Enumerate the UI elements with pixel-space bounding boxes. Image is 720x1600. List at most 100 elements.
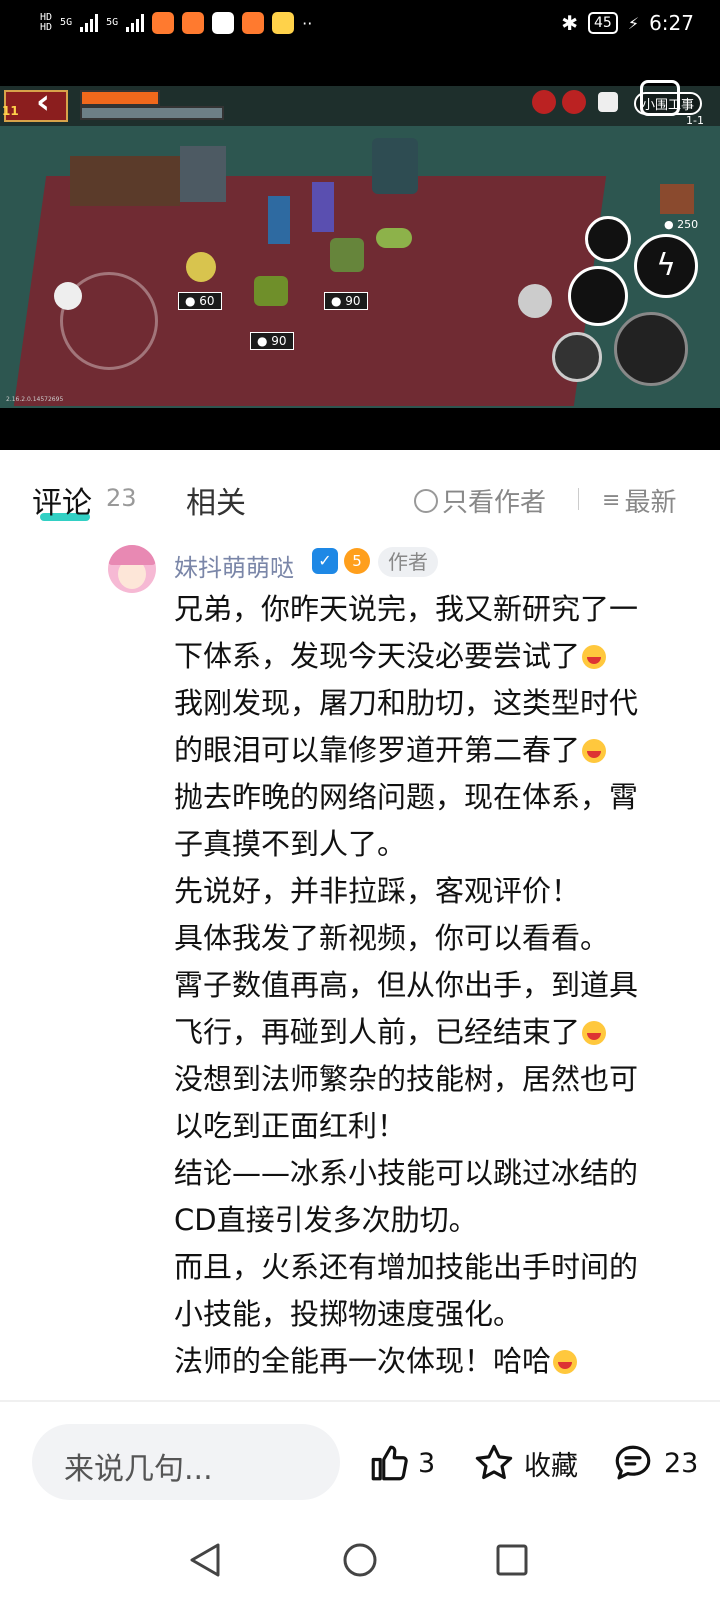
radio-circle-icon (414, 488, 438, 513)
comment-text: 兄弟，你昨天说完，我又新研究了一 下体系，发现今天没必要尝试了 我刚发现，屠刀和… (174, 586, 694, 1385)
game-wizard-npc (312, 182, 334, 232)
attack-button-icon (614, 312, 688, 386)
shop-item-plant-icon (330, 238, 364, 272)
grin-emoji-icon (582, 739, 607, 763)
skill-button-icon (585, 216, 631, 262)
like-button[interactable]: 3 (368, 1442, 435, 1484)
star-icon (475, 1444, 513, 1480)
comment-line: 小技能，投掷物速度强化。 (174, 1297, 523, 1331)
system-navigation-bar (0, 1520, 720, 1600)
comment-line: 飞行，再碰到人前，已经结束了 (174, 1009, 694, 1056)
divider (578, 488, 579, 510)
game-safe (180, 146, 226, 202)
game-player-character (268, 196, 290, 244)
grin-emoji-icon (582, 1021, 607, 1045)
energy-bar (80, 106, 224, 120)
buff-icon (562, 90, 586, 114)
more-notifications-icon: ·· (302, 13, 313, 33)
app-notification-icon (152, 12, 175, 34)
comment-button[interactable]: 23 (610, 1442, 698, 1484)
player-level: 11 (2, 104, 19, 118)
shop-price: ● 60 (178, 292, 222, 310)
comment-line: 的眼泪可以靠修罗道开第二春了 (174, 727, 694, 774)
shop-price: ● 90 (250, 332, 294, 350)
weather-icon (272, 12, 295, 34)
favorite-button[interactable]: 收藏 (472, 1442, 578, 1484)
status-left-icons: HD HD 5G 5G ·· (40, 12, 312, 34)
game-shelf (70, 156, 180, 206)
author-only-label: 只看作者 (442, 488, 547, 518)
comment-line: 子真摸不到人了。 (174, 827, 407, 861)
swap-weapon-icon (552, 332, 602, 382)
tab-related[interactable]: 相关 (186, 478, 246, 522)
game-turtle (376, 228, 412, 248)
author-only-filter[interactable]: 只看作者 (414, 482, 546, 519)
signal-bars-2-icon (126, 14, 145, 32)
comments-count: 23 (106, 484, 137, 512)
tab-comments[interactable]: 评论 (32, 478, 92, 522)
avatar[interactable] (108, 545, 156, 593)
app-notification-icon (182, 12, 205, 34)
author-tag: 作者 (378, 547, 438, 577)
back-icon[interactable]: ‹ (36, 82, 50, 122)
nav-recents-icon[interactable] (496, 1544, 528, 1576)
level-badge: 5 (344, 548, 370, 574)
nav-home-icon[interactable] (342, 1542, 378, 1578)
comment-line: 我刚发现，屠刀和肋切，这类型时代 (174, 686, 639, 720)
like-count: 3 (418, 1447, 436, 1479)
health-bar (80, 90, 160, 106)
joystick-knob-icon (54, 282, 82, 310)
shop-item-sword-icon (186, 252, 216, 282)
chest-icon (660, 184, 694, 214)
comment-line: 具体我发了新视频，你可以看看。 (174, 921, 610, 955)
comment-line: 而且，火系还有增加技能出手时间的 (174, 1250, 639, 1284)
shop-item-plant-icon (254, 276, 288, 306)
comment-username[interactable]: 妹抖萌萌哒 (174, 548, 294, 583)
comment-line: 没想到法师繁杂的技能树，居然也可 (174, 1062, 639, 1096)
nav-back-icon[interactable] (188, 1542, 222, 1578)
status-bar: HD HD 5G 5G ·· ✱ 45 ⚡ 6:27 (0, 0, 720, 50)
favorite-label: 收藏 (524, 1450, 578, 1482)
comment-line: 先说好，并非拉踩，客观评价！ (174, 874, 581, 908)
divider (0, 1400, 720, 1402)
comment-line: 霄子数值再高，但从你出手，到道具 (174, 968, 639, 1002)
battery-indicator: 45 (588, 12, 618, 34)
sort-latest-label: 最新 (624, 488, 677, 518)
pause-icon (598, 92, 618, 112)
thumbs-up-icon (371, 1445, 408, 1481)
buff-icon (532, 90, 556, 114)
comment-line: 下体系，发现今天没必要尝试了 (174, 633, 694, 680)
app-notification-icon (242, 12, 265, 34)
grin-emoji-icon (582, 645, 607, 669)
comment-count: 23 (664, 1447, 699, 1479)
comment-line: 以吃到正面红利！ (174, 1109, 407, 1143)
fire-skill-icon (568, 266, 628, 326)
coin-counter: ● 250 (664, 218, 699, 231)
game-scene: ● 60 ● 90 ● 90 ϟ 11 小围工事 1-1 ● 250 2.16.… (0, 86, 720, 408)
clock: 6:27 (649, 11, 694, 35)
comment-line: 结论——冰系小技能可以跳过冰结的 (174, 1156, 639, 1190)
comment-line: 法师的全能再一次体现！哈哈 (174, 1338, 694, 1385)
signal-bars-1-icon (80, 14, 99, 32)
lightning-skill-icon: ϟ (634, 234, 698, 298)
comment-line: 兄弟，你昨天说完，我又新研究了一 (174, 592, 639, 626)
bluetooth-icon: ✱ (561, 11, 579, 35)
comment-bubble-icon (615, 1445, 651, 1480)
game-armchair (372, 138, 418, 194)
sort-latest[interactable]: ≡ 最新 (602, 482, 676, 519)
verified-badge-icon: ✓ (312, 548, 338, 574)
charging-icon: ⚡ (627, 13, 640, 33)
comment-line: CD直接引发多次肋切。 (174, 1203, 478, 1237)
share-icon[interactable] (640, 80, 680, 116)
comment-input-placeholder: 来说几句... (64, 1452, 213, 1487)
hd-indicator: HD HD (40, 12, 53, 33)
status-right-icons: ✱ 45 ⚡ 6:27 (561, 11, 694, 35)
network-type-2: 5G (106, 17, 119, 28)
video-player[interactable]: ● 60 ● 90 ● 90 ϟ 11 小围工事 1-1 ● 250 2.16.… (0, 50, 720, 450)
grin-emoji-icon (553, 1350, 578, 1374)
shop-price: ● 90 (324, 292, 368, 310)
sort-icon: ≡ (602, 488, 621, 513)
level-indicator: 1-1 (686, 114, 704, 127)
comment-tabs: 评论 23 相关 只看作者 ≡ 最新 (0, 478, 720, 538)
network-type-1: 5G (60, 17, 73, 28)
